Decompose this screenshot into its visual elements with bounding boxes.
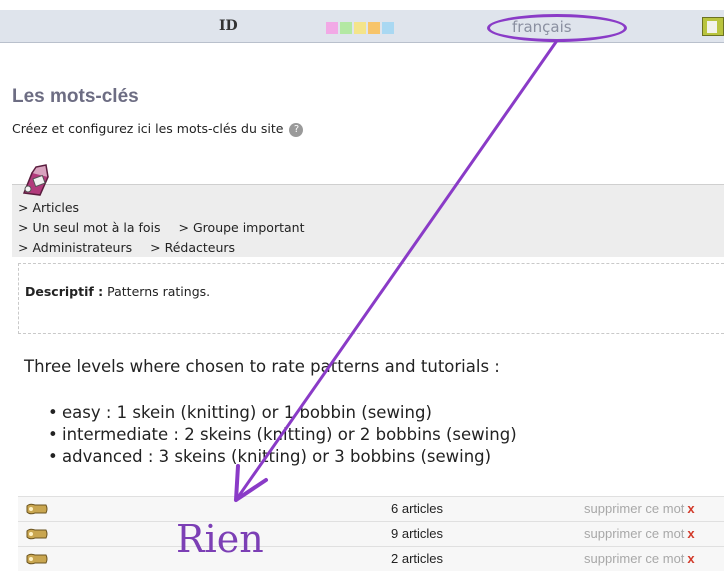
- description-value: Patterns ratings.: [107, 284, 211, 299]
- color-swatch[interactable]: [326, 22, 338, 34]
- page-title: Les mots-clés: [12, 86, 139, 107]
- top-bar: ID français: [0, 10, 724, 43]
- keyword-icon[interactable]: [26, 502, 48, 516]
- article-count[interactable]: 2 articles: [391, 551, 443, 566]
- delete-icon: x: [687, 526, 695, 541]
- delete-keyword-label: supprimer ce mot: [584, 501, 685, 516]
- breadcrumb-articles[interactable]: > Articles: [18, 200, 79, 215]
- delete-keyword-link[interactable]: supprimer ce mot x: [584, 526, 695, 541]
- delete-icon: x: [687, 501, 695, 516]
- keyword-icon[interactable]: [26, 527, 48, 541]
- breadcrumb-editors[interactable]: > Rédacteurs: [150, 240, 235, 255]
- description-box: Descriptif : Patterns ratings.: [18, 263, 724, 334]
- delete-keyword-label: supprimer ce mot: [584, 526, 685, 541]
- article-count[interactable]: 9 articles: [391, 526, 443, 541]
- table-row: 2 articles supprimer ce mot x: [18, 546, 724, 571]
- color-swatch[interactable]: [354, 22, 366, 34]
- breadcrumb-single-word[interactable]: > Un seul mot à la fois: [18, 220, 161, 235]
- language-selector[interactable]: français: [512, 18, 572, 36]
- keyword-table: 6 articles supprimer ce mot x 9 articles …: [18, 496, 724, 571]
- id-label: ID: [219, 18, 238, 34]
- page-description-text: Créez et configurez ici les mots-clés du…: [12, 121, 284, 136]
- color-swatch[interactable]: [368, 22, 380, 34]
- color-swatch[interactable]: [340, 22, 352, 34]
- level-item-easy: easy : 1 skein (knitting) or 1 bobbin (s…: [48, 402, 517, 424]
- article-count[interactable]: 6 articles: [391, 501, 443, 516]
- breadcrumb-line: > Administrateurs > Rédacteurs: [18, 240, 253, 255]
- description-line: Descriptif : Patterns ratings.: [25, 284, 210, 299]
- level-item-intermediate: intermediate : 2 skeins (knitting) or 2 …: [48, 424, 517, 446]
- breadcrumb-administrators[interactable]: > Administrateurs: [18, 240, 132, 255]
- description-label: Descriptif :: [25, 284, 104, 299]
- breadcrumb-important-group[interactable]: > Groupe important: [179, 220, 305, 235]
- keyword-icon[interactable]: [26, 552, 48, 566]
- delete-icon: x: [687, 551, 695, 566]
- levels-list: easy : 1 skein (knitting) or 1 bobbin (s…: [48, 402, 517, 468]
- delete-keyword-link[interactable]: supprimer ce mot x: [584, 551, 695, 566]
- color-swatch[interactable]: [382, 22, 394, 34]
- help-icon[interactable]: ?: [289, 122, 304, 137]
- keyword-group-icon: [22, 164, 49, 196]
- color-swatches: [326, 22, 396, 34]
- breadcrumb-line: > Articles: [18, 200, 97, 215]
- table-row: 6 articles supprimer ce mot x: [18, 496, 724, 521]
- level-item-advanced: advanced : 3 skeins (knitting) or 3 bobb…: [48, 446, 517, 468]
- delete-keyword-link[interactable]: supprimer ce mot x: [584, 501, 695, 516]
- page-description: Créez et configurez ici les mots-clés du…: [12, 121, 304, 137]
- annotation-text: Rien: [176, 517, 264, 561]
- levels-title: Three levels where chosen to rate patter…: [24, 357, 500, 376]
- corner-tab-icon[interactable]: [702, 17, 724, 36]
- delete-keyword-label: supprimer ce mot: [584, 551, 685, 566]
- breadcrumb-line: > Un seul mot à la fois > Groupe importan…: [18, 220, 322, 235]
- table-row: 9 articles supprimer ce mot x: [18, 521, 724, 546]
